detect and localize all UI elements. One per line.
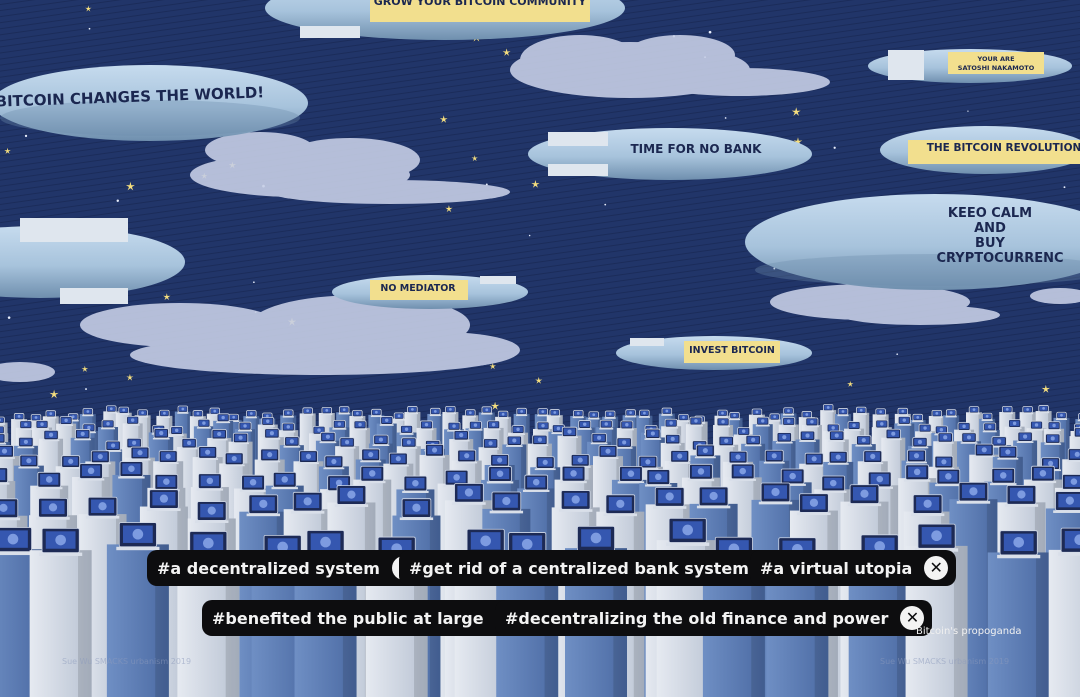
blimp-satoshi-line2: SATOSHI NAKAMOTO: [958, 64, 1035, 72]
tag-label: #get rid of a centralized bank system: [409, 558, 749, 578]
blimp-invest: INVEST BITCOIN: [616, 336, 812, 370]
blimp-satoshi: YOUR ARE SATOSHI NAKAMOTO: [868, 49, 1072, 83]
server-tower: [1048, 527, 1080, 697]
blimp-keep-line4: CRYPTOCURRENC: [936, 251, 1063, 266]
star: [708, 30, 712, 34]
blimp-no-bank: TIME FOR NO BANK: [528, 128, 812, 180]
blimp-grow-text: GROW YOUR BITCOIN COMMUNITY: [374, 0, 588, 8]
server-tower: [987, 530, 1050, 697]
star: [967, 110, 969, 112]
tag-label: #benefited the public at large: [212, 608, 484, 628]
blimp-keep-line2: AND: [974, 221, 1006, 236]
star: [7, 316, 11, 319]
star: [88, 27, 91, 30]
blimp-keep-line3: BUY: [975, 236, 1005, 251]
star: [724, 117, 727, 119]
blimp-satoshi-line1: YOUR ARE: [976, 55, 1014, 63]
blimp-no-bank-text: TIME FOR NO BANK: [631, 142, 763, 156]
credit-right: Sue Wu SMACKS urbanism 2019: [880, 657, 1010, 666]
server-tower: [106, 522, 169, 697]
star: [896, 353, 899, 355]
blimp-mediator-text: NO MEDIATOR: [380, 283, 456, 294]
star: [116, 199, 119, 202]
tag-decentralizing-finance[interactable]: #decentralizing the old finance and powe…: [495, 600, 933, 636]
tag-label: #decentralizing the old finance and powe…: [505, 608, 889, 628]
tag-label: #a decentralized system: [157, 558, 380, 578]
credit-left: Sue Wu SMACKS urbanism 2019: [62, 657, 192, 666]
blimp-keep-line1: KEEO CALM: [948, 206, 1032, 221]
tag-centralized-bank[interactable]: #get rid of a centralized bank system ✕: [399, 550, 793, 586]
blimp-no-mediator: NO MEDIATOR: [332, 275, 528, 309]
bitcoin-propaganda-artwork: GROW YOUR BITCOIN COMMUNITY YOUR ARE SAT…: [0, 0, 1080, 697]
star: [604, 203, 607, 206]
star: [24, 134, 28, 138]
tag-benefited-public[interactable]: #benefited the public at large ✕: [202, 600, 528, 636]
image-caption: Bitcoin's propoganda: [916, 626, 1022, 637]
star: [1063, 186, 1066, 189]
tag-label: #a virtual utopia: [760, 558, 913, 578]
tag-virtual-utopia[interactable]: #a virtual utopia ✕: [750, 550, 957, 586]
close-icon[interactable]: ✕: [924, 556, 949, 580]
blimp-invest-text: INVEST BITCOIN: [689, 345, 775, 356]
star: [833, 146, 836, 149]
star: [85, 388, 87, 390]
blimp-revolution-text: THE BITCOIN REVOLUTION: [927, 142, 1080, 154]
illustration-scene: GROW YOUR BITCOIN COMMUNITY YOUR ARE SAT…: [0, 0, 1080, 697]
star: [528, 234, 531, 237]
server-tower: [29, 528, 92, 697]
blimp-changes-world: BITCOIN CHANGES THE WORLD!: [0, 65, 308, 141]
tag-decentralized-system[interactable]: #a decentralized system ✕: [147, 550, 424, 586]
star: [253, 281, 255, 284]
